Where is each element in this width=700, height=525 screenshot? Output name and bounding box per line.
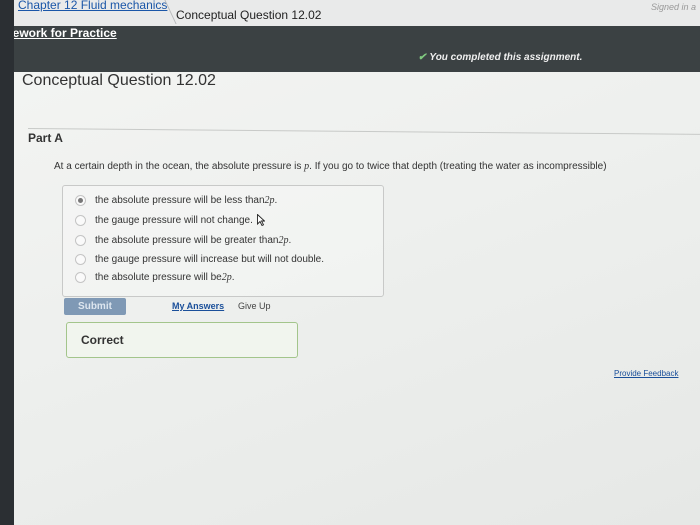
radio-choice-3[interactable] <box>75 234 86 246</box>
question-text-b: . If you go to twice that depth (treatin… <box>309 161 607 172</box>
mouse-cursor-icon <box>256 214 265 226</box>
choice-2[interactable]: the gauge pressure will not change. <box>75 212 265 228</box>
choice-3[interactable]: the absolute pressure will be greater th… <box>75 232 291 248</box>
part-heading: Part A <box>28 131 63 145</box>
provide-feedback-link[interactable]: Provide Feedback <box>614 369 678 378</box>
page-title: Conceptual Question 12.02 <box>22 72 216 89</box>
choice-3-text: the absolute pressure will be greater th… <box>95 234 279 246</box>
choice-5-text: the absolute pressure will be <box>95 271 222 283</box>
choice-5[interactable]: the absolute pressure will be 2p. <box>75 269 235 285</box>
submit-button[interactable]: Submit <box>64 298 126 315</box>
correct-label: Correct <box>81 333 124 347</box>
answer-choices: the absolute pressure will be less than … <box>62 185 384 297</box>
my-answers-link[interactable]: My Answers <box>172 301 224 311</box>
completed-message: ✔ You completed this assignment. <box>418 52 582 63</box>
give-up-link[interactable]: Give Up <box>238 301 271 311</box>
checkmark-icon: ✔ <box>418 52 427 63</box>
question-text: At a certain depth in the ocean, the abs… <box>54 160 694 174</box>
breadcrumb-chapter-link[interactable]: Chapter 12 Fluid mechanics <box>18 0 167 12</box>
radio-choice-1[interactable] <box>75 194 86 206</box>
radio-choice-4[interactable] <box>75 253 86 265</box>
correct-feedback-box: Correct <box>66 322 298 358</box>
choice-3-tail: . <box>288 234 292 246</box>
rework-for-practice-link[interactable]: Rework for Practice <box>14 26 117 40</box>
choice-1-math: 2p <box>264 194 275 206</box>
assignment-bar: Rework for Practice ✔ You completed this … <box>14 26 700 72</box>
completed-text: You completed this assignment. <box>429 52 583 63</box>
screen: Chapter 12 Fluid mechanics Conceptual Qu… <box>14 0 700 525</box>
choice-5-tail: . <box>231 271 235 283</box>
choice-1-tail: . <box>274 194 278 206</box>
divider <box>27 128 700 135</box>
breadcrumb-separator <box>150 0 177 24</box>
radio-choice-2[interactable] <box>75 214 86 226</box>
choice-4[interactable]: the gauge pressure will increase but wil… <box>75 251 324 267</box>
choice-2-text: the gauge pressure will not change. <box>95 214 253 226</box>
choice-3-math: 2p <box>278 234 289 246</box>
choice-5-math: 2p <box>221 271 232 283</box>
breadcrumb-current: Conceptual Question 12.02 <box>176 8 322 22</box>
choice-1[interactable]: the absolute pressure will be less than … <box>75 192 277 208</box>
radio-choice-5[interactable] <box>75 271 86 283</box>
choice-4-text: the gauge pressure will increase but wil… <box>95 253 325 265</box>
choice-1-text: the absolute pressure will be less than <box>95 194 265 206</box>
signed-in-text: Signed in a <box>650 2 696 12</box>
question-text-a: At a certain depth in the ocean, the abs… <box>54 161 305 172</box>
